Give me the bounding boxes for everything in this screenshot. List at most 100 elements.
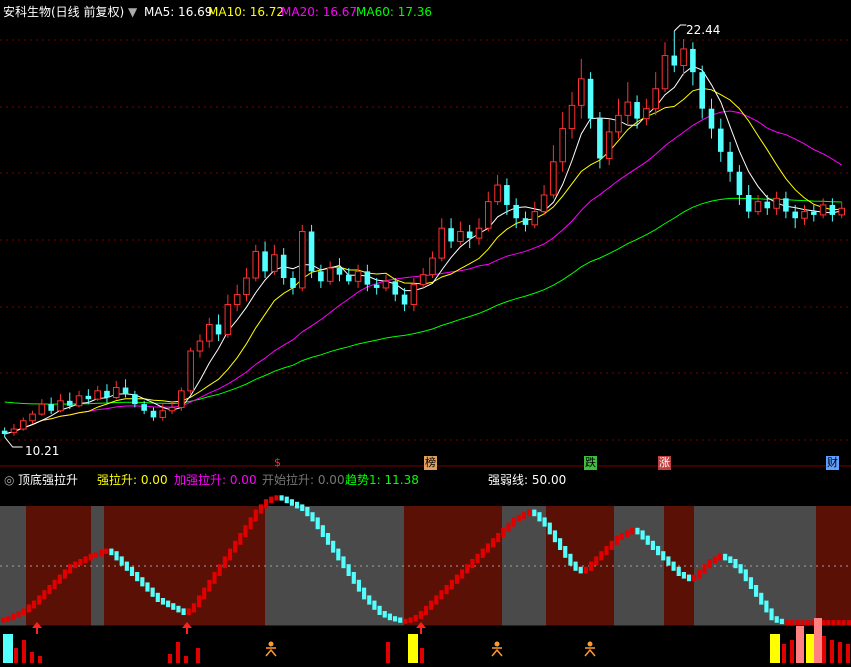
trend-step-bar — [460, 569, 465, 579]
trend-step-bar — [181, 608, 186, 615]
signal-histogram-bar — [822, 636, 826, 663]
event-marker-finance[interactable]: 财 — [826, 456, 839, 470]
candle-body-up — [484, 201, 492, 229]
candle-body-down — [727, 151, 733, 172]
trend-step-bar — [764, 600, 769, 613]
candle-body-up — [475, 227, 483, 239]
trend-step-bar — [645, 535, 650, 545]
ma10-line — [4, 87, 842, 435]
signal-histogram-bar — [196, 648, 200, 663]
trend-step-bar — [37, 595, 42, 605]
trend-step-bar — [274, 495, 279, 501]
trend-step-bar — [346, 564, 351, 576]
trend-step-bar — [480, 548, 485, 558]
trend-step-bar — [26, 604, 31, 613]
trend-step-bar — [119, 556, 124, 566]
runner-icon — [268, 641, 274, 647]
event-marker-rise[interactable]: 涨 — [658, 456, 671, 470]
candle-body-down — [783, 198, 789, 212]
trend-step-bar — [31, 600, 37, 609]
trend-step-bar — [418, 611, 423, 619]
trend-step-bar — [563, 546, 568, 558]
trend-step-bar — [733, 559, 738, 569]
trend-step-bar — [511, 517, 516, 527]
runner-icon — [494, 641, 500, 647]
trend-step-bar — [671, 561, 676, 571]
candle-body-down — [811, 211, 817, 215]
ma60-line — [4, 197, 842, 405]
strength-line-label: 强弱线: 50.00 — [488, 473, 567, 487]
candle-body-up — [773, 197, 780, 209]
candle-body-up — [252, 250, 260, 279]
candle-body-down — [829, 204, 836, 215]
stock-title[interactable]: 安科生物(日线 前复权) — [3, 5, 124, 19]
trend-step-bar — [490, 538, 496, 548]
up-arrow-icon-stem — [36, 627, 38, 634]
trend-step-bar — [150, 587, 155, 597]
settings-circle-icon[interactable]: ◎ — [4, 473, 14, 487]
runner-icon-legs — [265, 648, 277, 657]
candle-body-down — [401, 294, 408, 305]
trend-step-bar — [11, 613, 16, 621]
trend-step-bar — [336, 548, 341, 561]
signal-histogram-bar — [38, 656, 42, 663]
candle-body-up — [382, 280, 390, 289]
trend-step-bar — [547, 522, 552, 535]
candle-body-up — [178, 390, 185, 408]
candle-body-up — [438, 227, 446, 259]
extra-strong-up-label: 加强拉升: 0.00 — [174, 473, 257, 487]
candle-body-up — [94, 390, 101, 400]
trend-step-bar — [568, 553, 573, 566]
event-marker-rank[interactable]: 榜 — [424, 456, 437, 470]
trend-step-bar — [723, 553, 728, 561]
trend-step-bar — [207, 579, 212, 592]
trend-step-bar — [166, 600, 171, 608]
signal-histogram-bar — [408, 634, 418, 663]
candle-body-up — [19, 420, 27, 430]
trend-step-bar — [62, 569, 68, 579]
candle-body-up — [243, 277, 250, 296]
event-marker-dollar[interactable]: $ — [274, 456, 281, 470]
trend-step-bar — [243, 525, 248, 537]
trend-step-bar — [521, 512, 527, 519]
event-marker-fall[interactable]: 跌 — [584, 456, 597, 470]
candle-body-up — [661, 55, 669, 90]
trend-step-bar — [140, 577, 145, 587]
signal-histogram-bar — [176, 642, 180, 663]
candle-body-up — [187, 350, 194, 392]
trend-step-bar — [377, 605, 382, 615]
candle-body-down — [262, 251, 268, 272]
trend-step-bar — [171, 603, 176, 610]
trend-step-bar — [516, 514, 521, 522]
trend-step-bar — [16, 611, 21, 618]
trend-step-bar — [387, 613, 392, 621]
signal-histogram-bar — [846, 644, 850, 663]
trend-step-bar — [6, 616, 11, 622]
signal-histogram-bar — [830, 640, 834, 663]
trend-step-bar — [356, 579, 362, 592]
trend-step-bar — [640, 530, 645, 540]
signal-histogram-bar — [770, 634, 780, 663]
candle-body-down — [699, 72, 705, 109]
chevron-down-icon[interactable]: ▼ — [128, 5, 137, 19]
signal-histogram-bar — [22, 640, 26, 663]
candle-body-up — [615, 114, 622, 133]
candle-body-up — [29, 413, 36, 422]
indicator-zone-band — [546, 506, 614, 626]
indicator-zone-band — [632, 506, 636, 626]
trend-step-bar — [681, 572, 686, 579]
indicator-name[interactable]: 顶底强拉升 — [18, 473, 78, 487]
trend-step-bar — [625, 530, 630, 537]
trend-step-bar — [264, 499, 269, 509]
trend-step-bar — [594, 556, 599, 566]
trend-step-bar — [790, 620, 795, 626]
trend-step-bar — [779, 618, 784, 625]
candle-body-up — [494, 184, 501, 203]
trend-step-bar — [289, 499, 294, 506]
trend-step-bar — [248, 517, 253, 530]
trend-step-bar — [176, 605, 181, 613]
candle-body-up — [801, 211, 808, 219]
candle-body-up — [196, 340, 204, 352]
trend-step-bar — [769, 608, 774, 621]
trend-step-bar — [614, 535, 619, 545]
